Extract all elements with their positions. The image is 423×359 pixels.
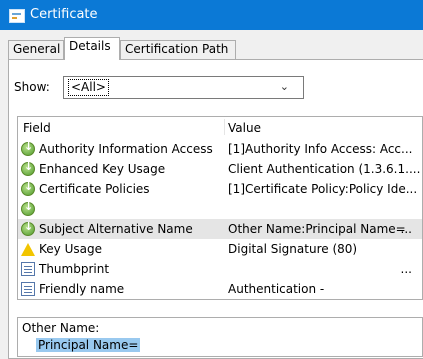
cert-extension-icon bbox=[21, 160, 35, 176]
field-name: Authority Information Access bbox=[39, 142, 213, 156]
tab-general[interactable]: General bbox=[8, 40, 64, 59]
list-item[interactable]: Enhanced Key Usage Client Authentication… bbox=[18, 159, 422, 179]
cert-extension-icon bbox=[21, 200, 35, 216]
show-dropdown-value: <All> bbox=[68, 79, 109, 96]
document-icon bbox=[21, 282, 35, 296]
detail-line-highlighted: Principal Name= bbox=[36, 338, 141, 352]
show-dropdown[interactable]: <All> ⌄ bbox=[63, 76, 304, 99]
list-item[interactable]: Key Usage Digital Signature (80) bbox=[18, 239, 422, 259]
field-name: Certificate Policies bbox=[39, 182, 150, 196]
value-ellipsis: ... bbox=[400, 222, 412, 236]
field-value: Authentication - bbox=[228, 282, 325, 296]
title-bar: Certificate bbox=[0, 0, 423, 30]
tab-details[interactable]: Details bbox=[64, 37, 120, 60]
field-name: Subject Alternative Name bbox=[39, 222, 193, 236]
field-list[interactable]: Field Value Authority Information Access… bbox=[17, 116, 423, 300]
window-title: Certificate bbox=[30, 7, 98, 22]
list-item[interactable]: Thumbprint ... bbox=[18, 259, 422, 279]
cert-extension-icon bbox=[21, 140, 35, 156]
document-icon bbox=[21, 262, 35, 276]
column-header-value[interactable]: Value bbox=[228, 121, 261, 135]
cert-extension-icon bbox=[21, 220, 35, 236]
list-item[interactable]: Friendly name Authentication - bbox=[18, 279, 422, 299]
list-item[interactable] bbox=[18, 199, 422, 219]
field-value: [1]Authority Info Access: Acc... bbox=[228, 142, 413, 156]
list-header: Field Value bbox=[18, 117, 422, 137]
column-header-field[interactable]: Field bbox=[23, 121, 51, 135]
column-divider[interactable] bbox=[224, 119, 225, 135]
chevron-down-icon: ⌄ bbox=[279, 80, 289, 93]
field-value: Other Name:Principal Name= bbox=[228, 222, 406, 236]
field-value: [1]Certificate Policy:Policy Ide... bbox=[228, 182, 418, 196]
field-name: Thumbprint bbox=[39, 262, 110, 276]
field-name: Enhanced Key Usage bbox=[39, 162, 166, 176]
tab-certification-path[interactable]: Certification Path bbox=[120, 40, 236, 59]
value-ellipsis: ... bbox=[400, 262, 412, 276]
field-name: Friendly name bbox=[39, 282, 125, 296]
list-item-selected[interactable]: Subject Alternative Name Other Name:Prin… bbox=[18, 219, 422, 239]
field-value: Digital Signature (80) bbox=[228, 242, 358, 256]
certificate-icon bbox=[9, 9, 25, 23]
show-label: Show: bbox=[14, 80, 50, 94]
detail-line: Other Name: bbox=[22, 321, 100, 335]
field-value: Client Authentication (1.3.6.1.... bbox=[228, 162, 421, 176]
list-item[interactable]: Authority Information Access [1]Authorit… bbox=[18, 139, 422, 159]
warning-icon bbox=[21, 243, 35, 256]
value-detail-box[interactable]: Other Name: Principal Name= bbox=[17, 317, 423, 357]
list-item[interactable]: Certificate Policies [1]Certificate Poli… bbox=[18, 179, 422, 199]
cert-extension-icon bbox=[21, 180, 35, 196]
field-name: Key Usage bbox=[39, 242, 102, 256]
